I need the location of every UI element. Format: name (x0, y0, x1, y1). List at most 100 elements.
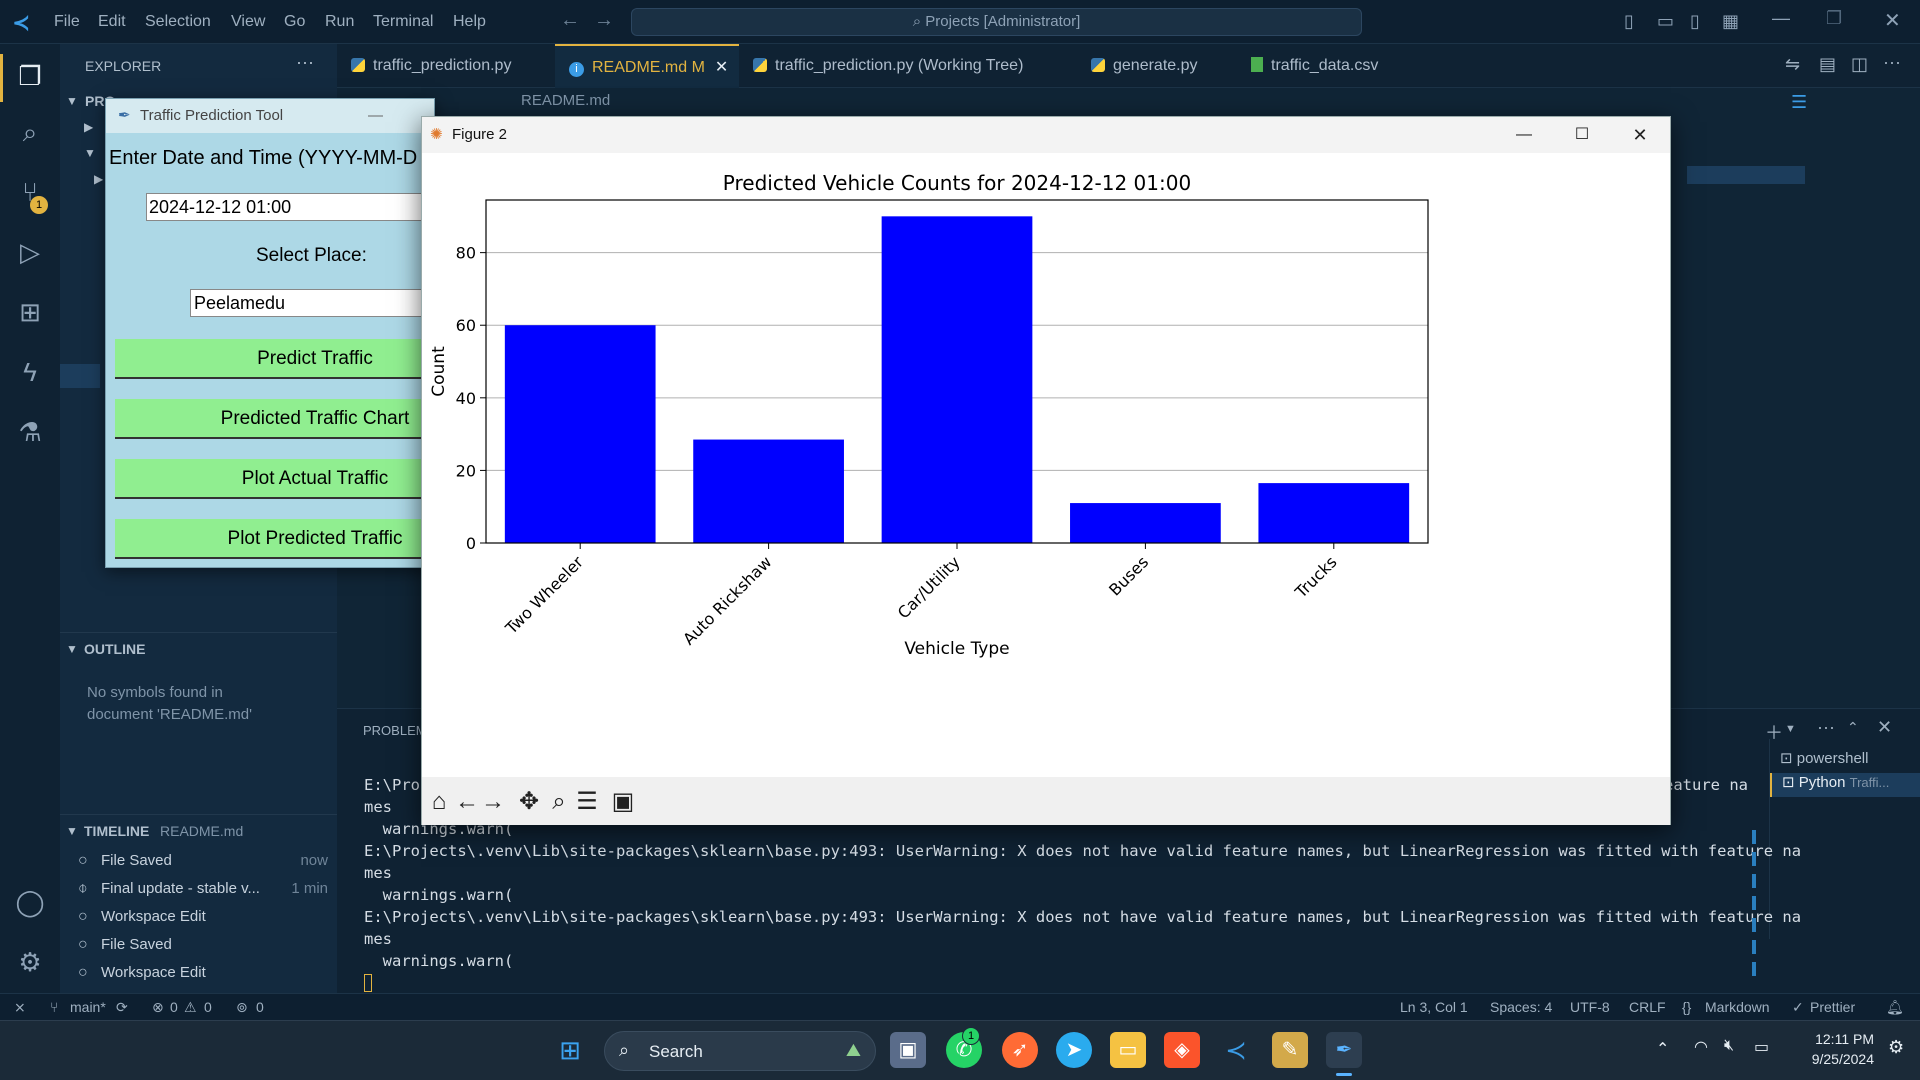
timeline-item[interactable]: ○ File Saved (78, 934, 328, 958)
chevron-up-icon[interactable]: ⌃ (1656, 1039, 1669, 1059)
notification-icon[interactable]: ⚙ (1888, 1037, 1904, 1058)
postman-icon[interactable]: ➶ (1002, 1032, 1038, 1068)
tab-traffic-data-csv[interactable]: traffic_data.csv (1237, 44, 1427, 88)
more-actions-icon[interactable]: ··· (296, 52, 314, 73)
bell-icon[interactable]: 🔔︎ (1886, 999, 1904, 1016)
place-select[interactable]: Peelamedu (190, 289, 450, 317)
close-panel-icon[interactable]: ✕ (1877, 717, 1892, 738)
menu-view[interactable]: View (231, 13, 265, 31)
testing-flask-icon[interactable]: ⚗ (12, 414, 48, 450)
start-windows-icon[interactable]: ⊞ (552, 1032, 588, 1068)
timeline-item[interactable]: ○ Workspace Edit (78, 962, 328, 986)
restore-icon[interactable]: ❐ (1826, 8, 1842, 29)
close-icon[interactable]: ✕ (1884, 8, 1901, 33)
compare-changes-icon[interactable]: ⇋ (1785, 54, 1800, 75)
menu-run[interactable]: Run (325, 13, 354, 31)
timeline-item[interactable]: ○ File Saved now (78, 850, 328, 874)
python-feather-icon[interactable]: ✒ (1326, 1032, 1362, 1068)
lightning-icon[interactable]: ϟ (12, 354, 48, 390)
home-icon[interactable]: ⌂ (424, 787, 454, 817)
timeline-item[interactable]: ○ Workspace Edit (78, 906, 328, 930)
maximize-icon[interactable]: ☐ (1553, 117, 1611, 153)
explorer-icon[interactable]: ❐ (12, 58, 48, 94)
timeline-item[interactable]: ⌽ Final update - stable v... 1 min (78, 878, 328, 902)
language-mode[interactable]: Markdown (1705, 999, 1770, 1015)
minimize-icon[interactable]: — (1495, 117, 1553, 153)
toggle-secondary-sidebar-icon[interactable]: ▯ (1690, 11, 1700, 32)
run-debug-icon[interactable]: ▷ (12, 234, 48, 270)
chevron-down-icon[interactable]: ▼ (66, 824, 78, 838)
zoom-icon[interactable]: ⌕ (544, 787, 574, 817)
split-editor-icon[interactable]: ◫ (1851, 54, 1868, 75)
chevron-down-icon[interactable]: ▼ (84, 146, 96, 160)
chevron-down-icon[interactable]: ▼ (66, 642, 78, 656)
breadcrumb[interactable]: README.md (521, 92, 610, 109)
vscode-taskbar-icon[interactable]: ≺ (1218, 1032, 1254, 1068)
file-explorer-icon[interactable]: ▭ (1110, 1032, 1146, 1068)
chevron-down-icon[interactable]: ▼ (1785, 723, 1796, 735)
clock-date[interactable]: 9/25/2024 (1796, 1051, 1874, 1067)
ports-count[interactable]: 0 (256, 999, 264, 1015)
chevron-down-icon[interactable]: ▼ (66, 94, 78, 108)
forward-arrow-icon[interactable]: → (594, 9, 614, 32)
pan-icon[interactable]: ✥ (514, 787, 544, 817)
more-actions-icon[interactable]: ··· (1817, 717, 1835, 738)
line-endings[interactable]: CRLF (1629, 999, 1666, 1015)
menu-go[interactable]: Go (284, 13, 305, 31)
tab-traffic-prediction[interactable]: traffic_prediction.py (337, 44, 555, 88)
wifi-icon[interactable]: ◠ (1694, 1037, 1708, 1057)
customize-layout-icon[interactable]: ▦ (1722, 11, 1739, 32)
terminal-item-powershell[interactable]: ⊡ powershell (1770, 749, 1920, 773)
clock-time[interactable]: 12:11 PM (1796, 1031, 1874, 1047)
menu-file[interactable]: File (54, 13, 80, 31)
battery-icon[interactable]: ▭ (1754, 1037, 1769, 1057)
toggle-sidebar-icon[interactable]: ▯ (1624, 11, 1634, 32)
minimize-icon[interactable]: — (368, 99, 383, 133)
remote-icon[interactable]: ⨯ (14, 999, 26, 1016)
toggle-panel-icon[interactable]: ▭ (1657, 11, 1674, 32)
timeline-header[interactable]: TIMELINE (84, 823, 149, 839)
account-icon[interactable]: ◯ (12, 884, 48, 920)
terminal-scrollbar[interactable] (1752, 830, 1756, 980)
more-actions-icon[interactable]: ··· (1883, 52, 1901, 73)
subplots-config-icon[interactable]: ☰ (572, 787, 602, 817)
tab-problems[interactable]: PROBLEM (363, 723, 427, 738)
selected-row[interactable] (60, 364, 100, 388)
tab-generate[interactable]: generate.py (1077, 44, 1237, 88)
sync-icon[interactable]: ⟳ (116, 999, 128, 1016)
telegram-icon[interactable]: ➤ (1056, 1032, 1092, 1068)
back-arrow-icon[interactable]: ← (560, 9, 580, 32)
tab-traffic-prediction-working-tree[interactable]: traffic_prediction.py (Working Tree) (739, 44, 1059, 88)
speaker-muted-icon[interactable]: 🔇︎ (1724, 1037, 1734, 1055)
outline-header[interactable]: OUTLINE (84, 641, 145, 657)
python-idle-icon[interactable]: ✎ (1272, 1032, 1308, 1068)
close-icon[interactable]: ✕ (1611, 117, 1669, 153)
close-tab-icon[interactable]: ✕ (715, 59, 728, 76)
minimize-icon[interactable]: — (1772, 8, 1790, 29)
maximize-panel-icon[interactable]: ⌃ (1847, 719, 1859, 736)
tab-readme[interactable]: i README.md M ✕ (555, 44, 739, 88)
cursor-position[interactable]: Ln 3, Col 1 (1400, 999, 1468, 1015)
warning-count[interactable]: 0 (204, 999, 212, 1015)
brave-browser-icon[interactable]: ◈ (1164, 1032, 1200, 1068)
menu-edit[interactable]: Edit (98, 13, 126, 31)
chevron-right-icon[interactable]: ▶ (84, 120, 93, 134)
open-preview-icon[interactable]: ▤ (1819, 54, 1836, 75)
error-count[interactable]: 0 (170, 999, 178, 1015)
save-icon[interactable]: ▣ (608, 787, 638, 817)
menu-terminal[interactable]: Terminal (373, 13, 433, 31)
chevron-right-icon[interactable]: ▶ (94, 172, 103, 186)
indentation[interactable]: Spaces: 4 (1490, 999, 1552, 1015)
search-icon[interactable]: ⌕ (12, 114, 48, 150)
remote-desktop-icon[interactable]: ▣ (890, 1032, 926, 1068)
forward-icon[interactable]: → (478, 787, 508, 817)
taskbar-search[interactable]: ⌕ Search ⛰ (604, 1031, 876, 1071)
branch-name[interactable]: main* (70, 999, 106, 1015)
encoding[interactable]: UTF-8 (1570, 999, 1610, 1015)
settings-gear-icon[interactable]: ⚙ (12, 944, 48, 980)
formatter[interactable]: Prettier (1810, 999, 1855, 1015)
terminal-item-python[interactable]: ⊡ Python Traffi... (1770, 773, 1920, 797)
datetime-input[interactable]: 2024-12-12 01:00 (146, 193, 446, 221)
menu-help[interactable]: Help (453, 13, 486, 31)
menu-selection[interactable]: Selection (145, 13, 211, 31)
